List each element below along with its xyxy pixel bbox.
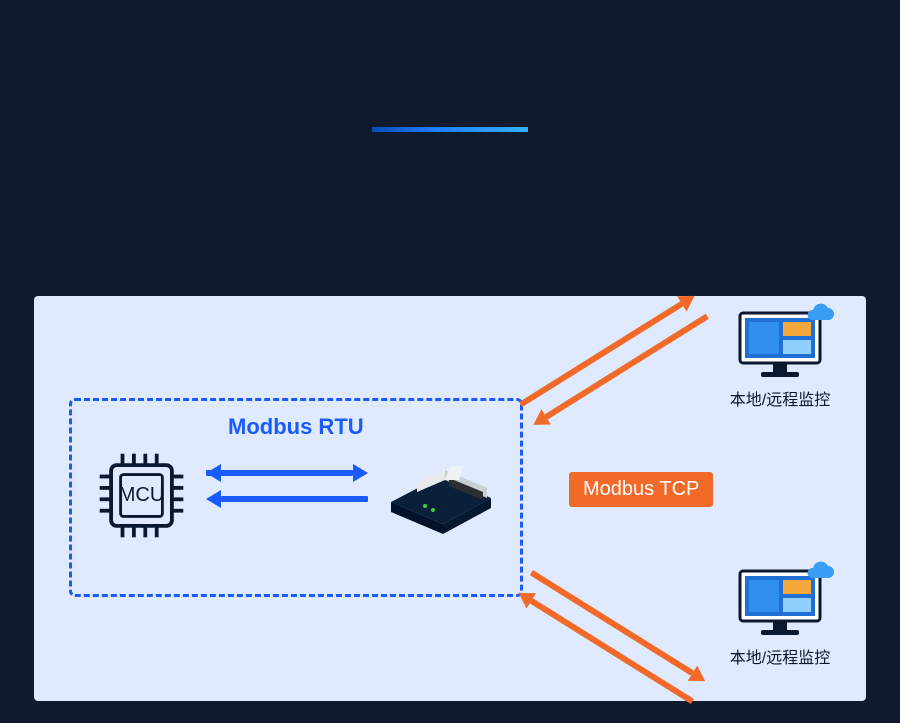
ethernet-module-icon bbox=[387, 458, 497, 536]
remote-client-1: 本地/远程监控 bbox=[724, 310, 836, 410]
cloud-icon-2 bbox=[802, 560, 836, 582]
diagram-stage: MCU Modbus RTU Modbus T bbox=[0, 0, 900, 723]
client-2-caption: 本地/远程监控 bbox=[724, 644, 836, 668]
mcu-chip-icon: MCU bbox=[94, 448, 189, 543]
cloud-icon-1 bbox=[802, 302, 836, 324]
modbus-rtu-label: Modbus RTU bbox=[228, 414, 364, 440]
tcp-arrow-lower-icon bbox=[497, 534, 729, 723]
remote-client-2: 本地/远程监控 bbox=[724, 568, 836, 668]
client-1-caption: 本地/远程监控 bbox=[724, 386, 836, 410]
diagram-panel: MCU Modbus RTU Modbus T bbox=[34, 296, 866, 701]
modbus-tcp-label: Modbus TCP bbox=[583, 478, 699, 500]
mcu-label: MCU bbox=[94, 448, 189, 543]
tcp-arrow-upper-icon bbox=[497, 258, 729, 460]
rtu-biarrow-icon bbox=[206, 464, 368, 510]
accent-bar bbox=[372, 127, 528, 132]
modbus-tcp-badge: Modbus TCP bbox=[569, 472, 713, 507]
